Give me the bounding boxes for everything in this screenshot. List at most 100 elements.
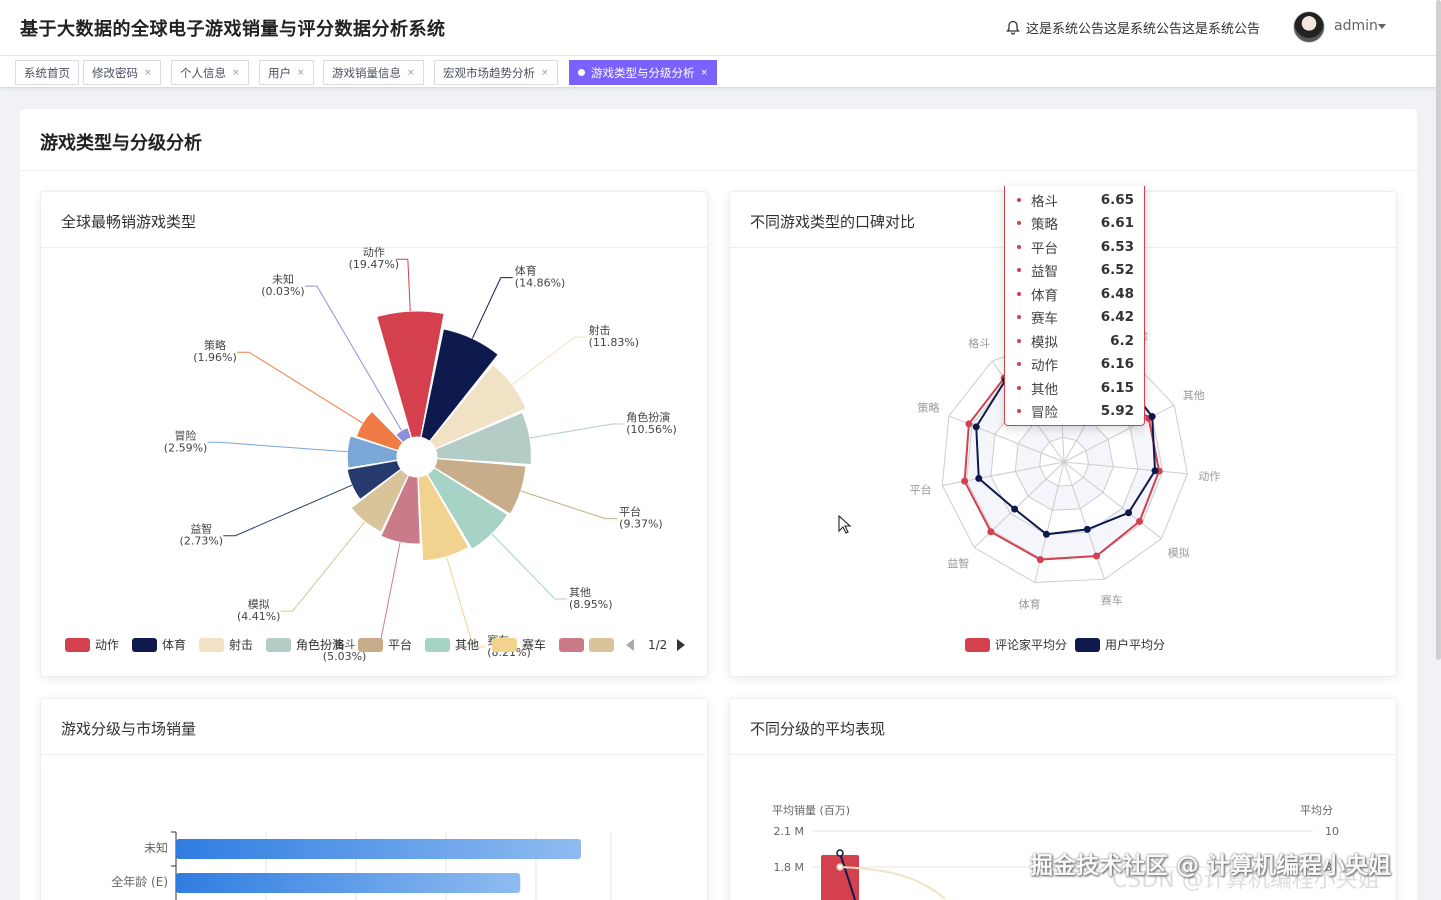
tooltip-genre: 平台 (1031, 240, 1058, 257)
legend-label-赛车: 赛车 (522, 637, 546, 652)
radar-point (1148, 413, 1156, 421)
app-title: 基于大数据的全球电子游戏销量与评分数据分析系统 (20, 19, 446, 40)
tab-change-password[interactable]: 修改密码 × (83, 60, 161, 85)
tooltip-value: 6.2 (1110, 332, 1134, 349)
radar-point (1011, 505, 1019, 513)
pie-label-percent: (5.03%) (323, 650, 367, 663)
legend-swatch (358, 638, 383, 652)
tooltip-value: 6.53 (1100, 238, 1134, 255)
radar-indicator-label: 平台 (910, 483, 932, 497)
close-icon[interactable]: × (297, 68, 305, 78)
card-rating-bar: 游戏分级与市场销量 未知 全年龄 (E) (40, 698, 708, 900)
pie-label-name: 平台 (619, 505, 641, 519)
tooltip-row: 模拟 6.2 (1017, 329, 1134, 353)
radar-point (1151, 467, 1159, 475)
tooltip-value: 6.61 (1100, 215, 1134, 232)
pie-label-percent: (10.56%) (626, 423, 677, 436)
y-tick-label: 全年龄 (E) (111, 874, 168, 889)
radar-indicator-label: 模拟 (1168, 545, 1190, 559)
tooltip-row: 体育 6.48 (1017, 282, 1134, 306)
close-icon[interactable]: × (541, 68, 549, 78)
tab-profile[interactable]: 个人信息 × (171, 60, 249, 85)
legend-prev-icon (626, 639, 634, 651)
close-icon[interactable]: × (144, 68, 152, 78)
pie-label-percent: (19.47%) (349, 258, 400, 271)
radar-indicator-label: 益智 (947, 556, 969, 570)
radar-indicator-label: 体育 (1019, 597, 1041, 611)
series-dot-icon (1017, 385, 1021, 390)
pie-label-name: 策略 (204, 338, 226, 352)
legend-label-角色扮演: 角色扮演 (296, 637, 344, 652)
radar-point (975, 474, 983, 482)
pie-label-name: 未知 (272, 272, 294, 286)
leader-line (471, 277, 513, 339)
avatar[interactable] (1293, 11, 1325, 43)
pie-label-name: 益智 (190, 522, 212, 536)
close-icon[interactable]: × (701, 68, 709, 78)
tooltip-row: 动作 6.16 (1017, 353, 1134, 377)
rose-pie-chart: 动作(19.47%) 体育(14.86%)射击(11.83%)角色扮演(10.56… (65, 246, 685, 663)
pie-label-name: 射击 (589, 323, 611, 337)
system-notice[interactable]: 这是系统公告这是系统公告这是系统公告 (1006, 18, 1274, 37)
pie-label-name: 模拟 (248, 597, 270, 611)
legend-label-射击: 射击 (229, 637, 253, 652)
horizontal-bar-chart: 未知全年龄 (E) (111, 831, 612, 900)
tooltip-value: 6.52 (1100, 262, 1134, 279)
divider (20, 170, 1417, 171)
radar-point (1136, 517, 1144, 525)
user-name[interactable]: admin (1334, 18, 1378, 34)
pie-label-percent: (2.59%) (164, 441, 208, 454)
mouse-cursor-icon (838, 514, 852, 539)
line-point (836, 863, 844, 871)
page-title: 游戏类型与分级分析 (40, 133, 202, 154)
legend-swatch (132, 638, 157, 652)
series-dot-icon (1017, 409, 1021, 414)
radar-point (1036, 556, 1044, 564)
legend-swatch (425, 638, 450, 652)
watermark: 掘金技术社区 @ 计算机编程小央姐 (1030, 853, 1392, 879)
tooltip-row: 益智 6.52 (1017, 259, 1134, 283)
leader-line (511, 336, 587, 386)
close-icon[interactable]: × (232, 68, 240, 78)
scrollbar[interactable] (1436, 0, 1441, 660)
tab-genre-rating[interactable]: 游戏类型与分级分析 × (569, 60, 718, 85)
radar-point (965, 420, 973, 428)
tooltip-genre: 益智 (1031, 264, 1058, 281)
pie-label-name: 体育 (515, 264, 537, 278)
legend-swatch (589, 638, 614, 652)
close-icon[interactable]: × (407, 68, 415, 78)
caret-down-icon[interactable] (1378, 24, 1386, 29)
pie-label-percent: (2.73%) (180, 535, 224, 548)
pie-label-percent: (4.41%) (237, 610, 281, 623)
radar-point (1125, 509, 1133, 517)
leader-line (207, 441, 348, 453)
pie-label-name: 冒险 (175, 428, 197, 442)
tab-home[interactable]: 系统首页 (15, 60, 79, 85)
radar-indicator-label: 赛车 (1101, 593, 1123, 607)
y-left-tick-label: 2.1 M (774, 825, 804, 838)
tooltip-genre: 策略 (1031, 217, 1058, 234)
series-dot-icon (1017, 362, 1021, 367)
leader-line (280, 521, 366, 612)
radar-point (972, 423, 980, 431)
tab-users[interactable]: 用户 × (259, 60, 314, 85)
leader-line (366, 542, 401, 652)
tooltip-value: 6.48 (1100, 285, 1134, 302)
legend-next-icon (677, 639, 685, 651)
radar-point (987, 528, 995, 536)
series-dot-icon (1017, 244, 1021, 249)
tooltip-row: 其他 6.15 (1017, 376, 1134, 400)
tab-market-trend[interactable]: 宏观市场趋势分析 × (434, 60, 558, 85)
tooltip-row: 策略 6.61 (1017, 212, 1134, 236)
tooltip-genre: 赛车 (1031, 311, 1058, 328)
leader-line (520, 490, 618, 520)
legend-label-平台: 平台 (388, 637, 412, 652)
legend-label-体育: 体育 (162, 637, 186, 652)
legend-page: 1/2 (648, 638, 667, 652)
tab-sales-info[interactable]: 游戏销量信息 × (323, 60, 424, 85)
pie-label-percent: (1.96%) (193, 351, 237, 364)
y-tick-label: 未知 (144, 841, 168, 855)
leader-line (237, 351, 363, 424)
series-dot-icon (1017, 338, 1021, 343)
legend-label-其他: 其他 (455, 638, 479, 652)
